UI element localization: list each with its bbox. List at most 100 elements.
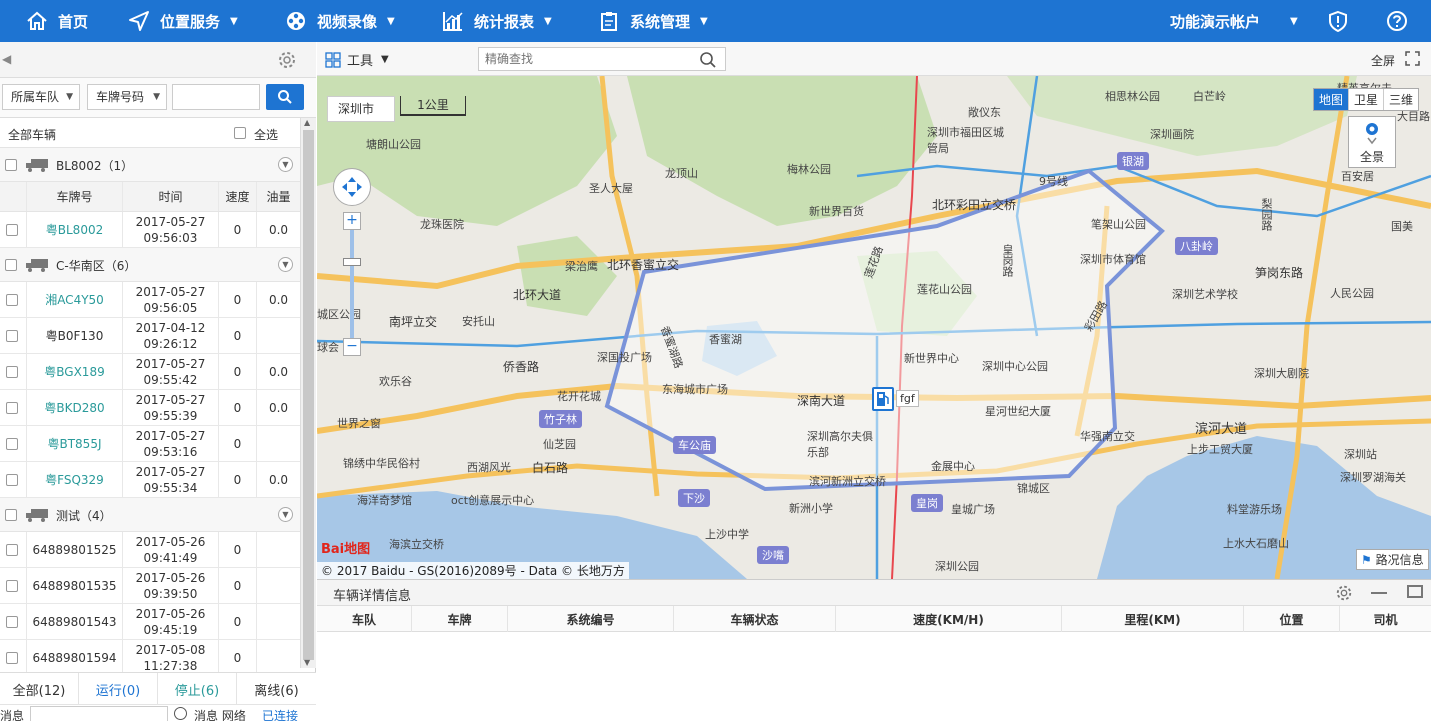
vehicle-search-button[interactable] <box>266 84 304 110</box>
map-label: 城区公园 <box>317 308 361 321</box>
scroll-down-icon[interactable]: ▼ <box>304 658 310 667</box>
fullscreen-icon[interactable] <box>1405 51 1420 66</box>
chevron-down-icon[interactable]: ▼ <box>278 157 293 172</box>
vehicle-plate[interactable]: 粤B0F130 <box>26 318 122 353</box>
vehicle-plate[interactable]: 64889801594 <box>26 640 122 675</box>
vehicle-plate[interactable]: 粤BGX189 <box>26 354 122 389</box>
vehicle-row[interactable]: 粤BGX189 2017-05-27 09:55:42 0 0.0 <box>0 354 300 390</box>
vehicle-plate[interactable]: 湘AC4Y50 <box>26 282 122 317</box>
vehicle-group-row[interactable]: C-华南区（6） ▼ <box>0 248 300 282</box>
vehicle-row[interactable]: 湘AC4Y50 2017-05-27 09:56:05 0 0.0 <box>0 282 300 318</box>
panorama-button[interactable]: 全景 <box>1348 116 1396 168</box>
map-type-map[interactable]: 地图 <box>1314 89 1349 110</box>
vehicle-checkbox[interactable] <box>6 580 18 592</box>
map-search-input[interactable] <box>478 47 726 71</box>
vehicle-marker[interactable] <box>872 387 894 411</box>
vehicle-plate[interactable]: 粤BL8002 <box>26 212 122 247</box>
status-tab-stopped[interactable]: 停止(6) <box>158 673 237 705</box>
zoom-slider-track[interactable] <box>350 230 354 340</box>
vehicle-search-input[interactable] <box>172 84 260 110</box>
vehicle-checkbox[interactable] <box>6 294 18 306</box>
city-select[interactable]: 深圳市 <box>327 96 395 122</box>
group-checkbox[interactable] <box>5 259 17 271</box>
vehicle-checkbox[interactable] <box>6 366 18 378</box>
vehicle-plate[interactable]: 粤BT855J <box>26 426 122 461</box>
search-icon[interactable] <box>699 51 717 69</box>
nav-system-management[interactable]: 系统管理 ▼ <box>598 0 708 42</box>
vehicle-plate[interactable]: 粤BKD280 <box>26 390 122 425</box>
vehicle-row[interactable]: 粤FSQ329 2017-05-27 09:55:34 0 0.0 <box>0 462 300 498</box>
vehicle-checkbox[interactable] <box>6 474 18 486</box>
vehicle-row[interactable]: 64889801525 2017-05-26 09:41:49 0 <box>0 532 300 568</box>
vehicle-plate[interactable]: 64889801525 <box>26 532 122 567</box>
gear-icon[interactable] <box>277 50 297 70</box>
map-type-3d[interactable]: 三维 <box>1383 89 1418 110</box>
select-all-checkbox[interactable] <box>234 127 246 139</box>
detail-column-vehicle-status: 车辆状态 <box>674 606 836 632</box>
account-menu[interactable]: 功能演示帐户 ▼ <box>1170 0 1298 42</box>
map-label: 海洋奇梦馆 <box>357 494 412 507</box>
vehicle-checkbox[interactable] <box>6 544 18 556</box>
vehicle-group-row[interactable]: 测试（4） ▼ <box>0 498 300 532</box>
zoom-in-button[interactable]: + <box>343 212 361 230</box>
group-checkbox[interactable] <box>5 509 17 521</box>
maximize-icon[interactable] <box>1407 585 1423 598</box>
scroll-up-icon[interactable]: ▲ <box>304 118 310 127</box>
plate-type-select[interactable]: 车牌号码 ▼ <box>87 84 167 110</box>
message-input[interactable] <box>30 706 168 721</box>
group-checkbox[interactable] <box>5 159 17 171</box>
vehicle-oil: 0.0 <box>256 282 300 317</box>
vehicle-row[interactable]: 粤B0F130 2017-04-12 09:26:12 0 <box>0 318 300 354</box>
vehicle-row[interactable]: 粤BKD280 2017-05-27 09:55:39 0 0.0 <box>0 390 300 426</box>
zoom-slider-handle[interactable] <box>343 258 361 266</box>
gear-icon[interactable] <box>1335 584 1353 602</box>
vehicle-row[interactable]: 64889801543 2017-05-26 09:45:19 0 <box>0 604 300 640</box>
pin-icon <box>1366 123 1378 145</box>
vehicle-row[interactable]: 64889801594 2017-05-08 11:27:38 0 <box>0 640 300 676</box>
group-name: 测试（4） <box>56 509 112 523</box>
fullscreen-label[interactable]: 全屏 <box>1371 52 1395 69</box>
vehicle-list-scrollbar[interactable]: ▲ ▼ <box>300 118 316 668</box>
vehicle-row[interactable]: 粤BL8002 2017-05-27 09:56:03 0 0.0 <box>0 212 300 248</box>
vehicle-checkbox[interactable] <box>6 402 18 414</box>
vehicle-plate[interactable]: 64889801535 <box>26 568 122 603</box>
map-type-satellite[interactable]: 卫星 <box>1348 89 1383 110</box>
pan-control[interactable] <box>333 168 371 206</box>
scrollbar-thumb[interactable] <box>303 130 314 660</box>
vehicle-checkbox[interactable] <box>6 438 18 450</box>
vehicle-checkbox[interactable] <box>6 224 18 236</box>
chevron-down-icon[interactable]: ▼ <box>278 257 293 272</box>
traffic-info-button[interactable]: ⚑ 路况信息 <box>1356 549 1429 570</box>
tools-menu[interactable]: 工具 ▼ <box>325 50 389 69</box>
map-label: 梅林公园 <box>787 163 831 176</box>
vehicle-plate[interactable]: 64889801543 <box>26 604 122 639</box>
help-button[interactable] <box>1386 0 1408 42</box>
status-tab-running[interactable]: 运行(0) <box>79 673 158 705</box>
chevron-down-icon[interactable]: ▼ <box>278 507 293 522</box>
vehicle-checkbox[interactable] <box>6 616 18 628</box>
map-canvas[interactable]: 北环大道 北环彩田立交桥 北环香蜜立交 深南大道 滨河大道 白石路 侨香路 华强… <box>317 76 1431 579</box>
nav-video-recording[interactable]: 视频录像 ▼ <box>285 0 395 42</box>
map-label: 欢乐谷 <box>379 375 412 388</box>
vehicle-row[interactable]: 粤BT855J 2017-05-27 09:53:16 0 <box>0 426 300 462</box>
nav-home[interactable]: 首页 <box>26 0 88 42</box>
nav-location-service[interactable]: 位置服务 ▼ <box>128 0 238 42</box>
collapse-left-icon[interactable]: ◀ <box>2 52 11 66</box>
vehicle-group-row[interactable]: BL8002（1） ▼ <box>0 148 300 182</box>
vehicle-checkbox[interactable] <box>6 330 18 342</box>
vehicle-row[interactable]: 64889801535 2017-05-26 09:39:50 0 <box>0 568 300 604</box>
connection-link[interactable]: 已连接 <box>262 707 298 721</box>
nav-statistics-report[interactable]: 统计报表 ▼ <box>442 0 552 42</box>
status-tab-offline[interactable]: 离线(6) <box>237 673 316 705</box>
minimize-icon[interactable] <box>1371 592 1387 594</box>
vehicle-checkbox[interactable] <box>6 652 18 664</box>
vehicle-plate[interactable]: 粤FSQ329 <box>26 462 122 497</box>
zoom-out-button[interactable]: − <box>343 338 361 356</box>
vehicle-clock: 09:26:12 <box>143 336 198 351</box>
vehicle-oil <box>256 640 300 675</box>
security-button[interactable] <box>1327 0 1349 42</box>
radio-icon[interactable] <box>174 707 187 720</box>
map-label: 皇岗路 <box>1001 244 1014 277</box>
status-tab-all[interactable]: 全部(12) <box>0 673 79 705</box>
fleet-select[interactable]: 所属车队 ▼ <box>2 84 80 110</box>
